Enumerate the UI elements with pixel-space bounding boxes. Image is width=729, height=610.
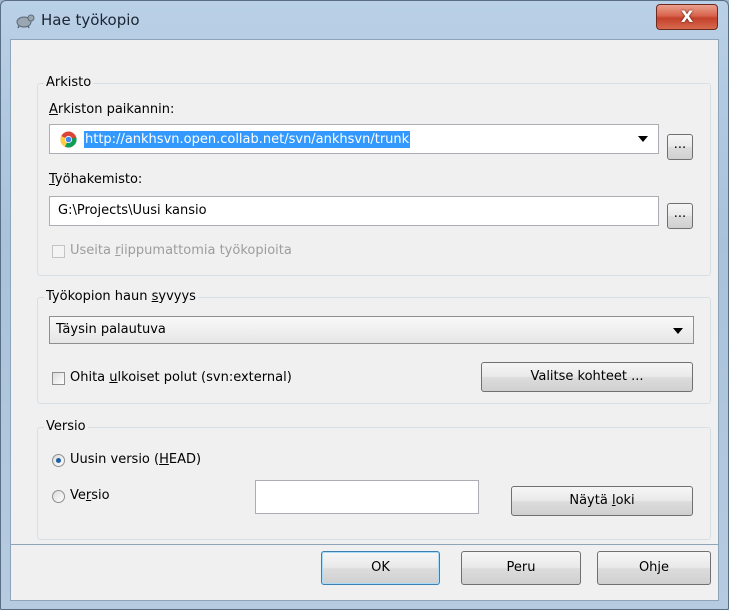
checkout-dir-field[interactable]: G:\Projects\Uusi kansio <box>49 196 659 226</box>
window-title: Hae työkopio <box>41 11 140 29</box>
show-log-button[interactable]: Näytä loki <box>511 486 693 516</box>
close-icon: X <box>680 7 694 26</box>
chrome-icon <box>60 131 77 148</box>
specific-revision-label: Versio <box>70 488 110 503</box>
url-combobox[interactable]: http://ankhsvn.open.collab.net/svn/ankhs… <box>49 124 659 154</box>
multiple-checkouts-label: Useita riippumattomia työkopioita <box>70 243 292 258</box>
ignore-externals-checkbox[interactable] <box>52 372 65 385</box>
depth-value: Täysin palautuva <box>56 322 166 337</box>
close-button[interactable]: X <box>656 4 718 30</box>
dialog-body: Arkisto Arkiston paikannin: http://ankhs… <box>10 39 719 545</box>
specific-revision-radio[interactable] <box>52 490 65 503</box>
head-revision-radio[interactable] <box>52 454 65 467</box>
dialog-footer: OK Peru Ohje <box>10 545 719 601</box>
ignore-externals-label: Ohita ulkoiset polut (svn:external) <box>70 370 292 385</box>
browse-dir-button[interactable]: ... <box>667 203 693 229</box>
checkout-dialog: Hae työkopio X Arkisto Arkiston paikanni… <box>0 0 729 610</box>
head-revision-label: Uusin versio (HEAD) <box>70 452 202 467</box>
depth-combobox[interactable]: Täysin palautuva <box>49 316 694 344</box>
checkout-dir-value: G:\Projects\Uusi kansio <box>58 203 207 218</box>
revision-input[interactable] <box>255 480 479 514</box>
url-input-text[interactable]: http://ankhsvn.open.collab.net/svn/ankhs… <box>84 131 411 148</box>
multiple-checkouts-checkbox[interactable] <box>52 245 65 258</box>
chevron-down-icon <box>673 328 683 334</box>
browse-url-button[interactable]: ... <box>667 134 693 160</box>
url-label: Arkiston paikannin: <box>49 102 175 117</box>
choose-items-button[interactable]: Valitse kohteet ... <box>481 362 693 392</box>
title-bar[interactable]: Hae työkopio X <box>1 1 728 39</box>
ok-button[interactable]: OK <box>321 551 440 585</box>
revision-group-title: Versio <box>44 419 88 434</box>
help-button[interactable]: Ohje <box>597 551 711 585</box>
cancel-button[interactable]: Peru <box>461 551 581 585</box>
depth-group-title: Työkopion haun syvyys <box>44 289 198 304</box>
radio-selected-dot <box>56 458 61 463</box>
chevron-down-icon[interactable] <box>638 136 648 142</box>
dir-label: Työhakemisto: <box>49 172 143 187</box>
repository-group-title: Arkisto <box>44 75 94 90</box>
tortoise-svn-icon <box>16 14 35 29</box>
